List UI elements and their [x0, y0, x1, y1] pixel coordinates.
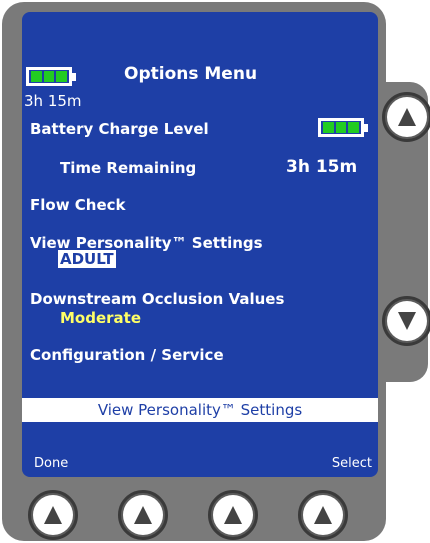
softkey-button-4[interactable]	[298, 490, 348, 540]
down-arrow-icon	[398, 312, 416, 330]
occlusion-value: Moderate	[60, 309, 142, 327]
softkey-button-2[interactable]	[118, 490, 168, 540]
softkey-select-label: Select	[331, 456, 372, 471]
device-screen: Options Menu 3h 15m Battery Charge Level…	[22, 12, 378, 477]
up-arrow-icon	[134, 506, 152, 524]
up-arrow-icon	[224, 506, 242, 524]
scroll-up-button[interactable]	[382, 92, 430, 142]
personality-value-badge: ADULT	[58, 250, 116, 268]
battery-charge-icon	[318, 118, 368, 137]
up-arrow-icon	[314, 506, 332, 524]
selection-bar: View Personality™ Settings	[22, 398, 378, 422]
up-arrow-icon	[44, 506, 62, 524]
time-remaining-value: 3h 15m	[286, 157, 358, 177]
up-arrow-icon	[398, 108, 416, 126]
softkey-button-3[interactable]	[208, 490, 258, 540]
softkey-button-1[interactable]	[28, 490, 78, 540]
menu-item-battery-charge-level[interactable]: Battery Charge Level	[30, 120, 209, 138]
time-remaining-label: Time Remaining	[60, 159, 197, 177]
menu-item-configuration-service[interactable]: Configuration / Service	[30, 346, 224, 364]
menu-item-flow-check[interactable]: Flow Check	[30, 196, 126, 214]
page-title: Options Menu	[124, 64, 258, 84]
header-battery-icon	[26, 67, 76, 86]
header-battery-time: 3h 15m	[24, 92, 82, 110]
scroll-down-button[interactable]	[382, 296, 430, 346]
softkey-done-label: Done	[34, 456, 69, 471]
menu-item-downstream-occlusion-values[interactable]: Downstream Occlusion Values	[30, 290, 284, 308]
